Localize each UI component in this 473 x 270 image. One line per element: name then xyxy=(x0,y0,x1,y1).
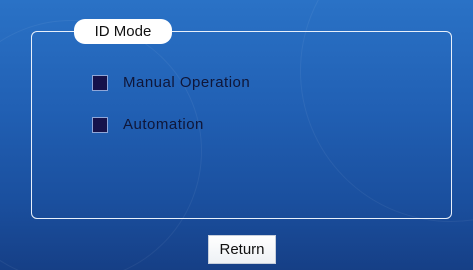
option-automation[interactable]: Automation xyxy=(92,116,204,133)
option-manual-operation[interactable]: Manual Operation xyxy=(92,74,250,91)
return-button[interactable]: Return xyxy=(208,235,276,264)
automation-label: Automation xyxy=(123,116,204,133)
manual-operation-label: Manual Operation xyxy=(123,74,251,91)
id-mode-screen: ID Mode Manual Operation Automation Retu… xyxy=(0,0,473,270)
panel-title: ID Mode xyxy=(74,19,172,44)
manual-operation-checkbox[interactable] xyxy=(92,74,108,91)
automation-checkbox[interactable] xyxy=(92,116,108,133)
